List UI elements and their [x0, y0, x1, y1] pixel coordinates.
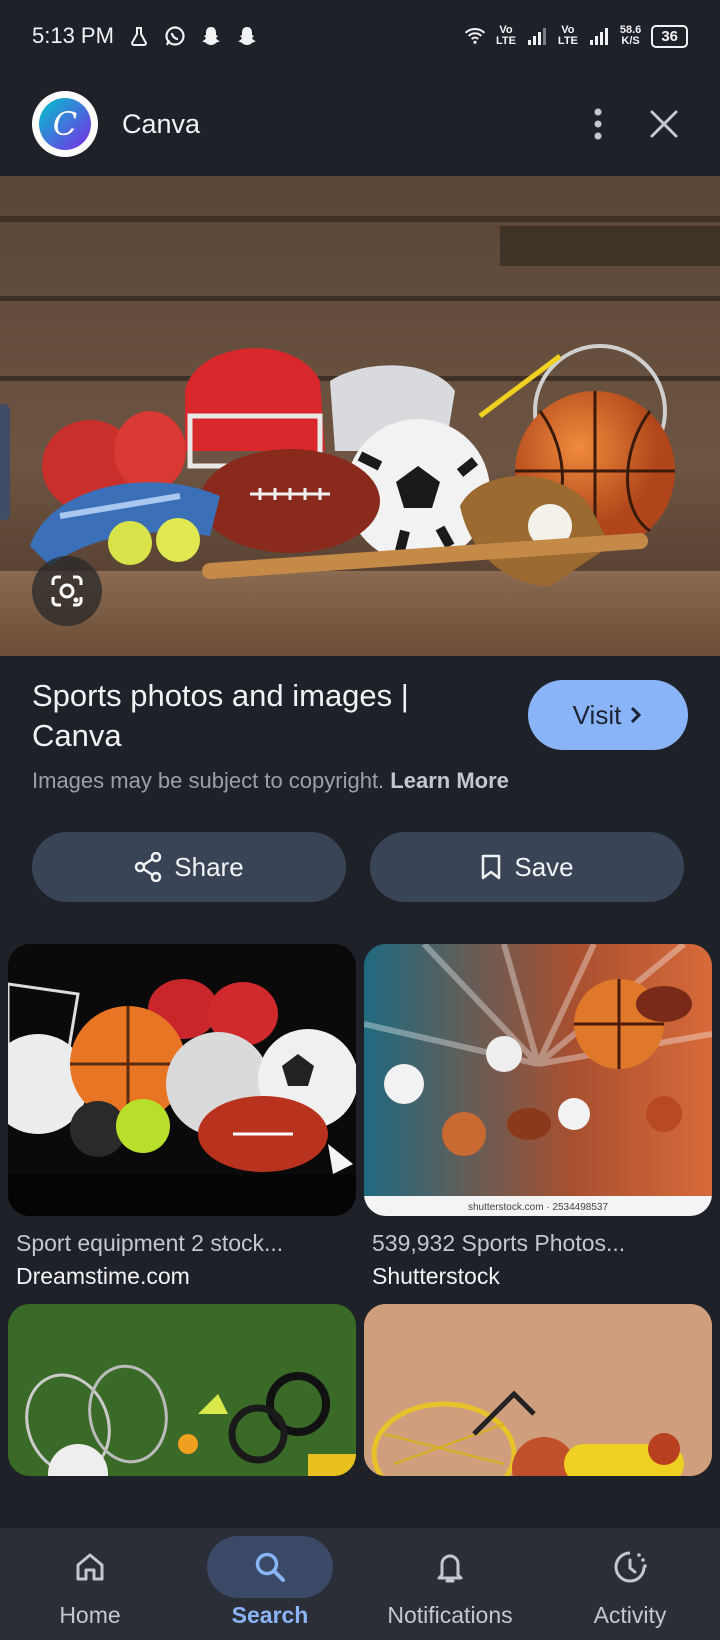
visit-label: Visit [572, 699, 622, 730]
result-title: Sports photos and images | Canva [32, 678, 409, 753]
volte-badge-1: Vo LTE [495, 24, 516, 47]
wifi-icon [464, 25, 486, 47]
related-card[interactable] [8, 1304, 356, 1476]
flask-icon [128, 25, 150, 47]
save-button[interactable]: Save [370, 832, 684, 902]
share-label: Share [174, 851, 244, 882]
app-bar: C Canva [0, 72, 720, 176]
bookmark-icon [482, 854, 501, 880]
bottom-navigation: Home Search Notifications Activity [0, 1528, 720, 1640]
signal-icon-1 [526, 25, 548, 47]
google-lens-icon [51, 575, 83, 607]
related-thumbnail [8, 1304, 356, 1476]
nav-notifications-pill [387, 1536, 513, 1598]
more-vert-icon [594, 108, 602, 140]
nav-home-pill [27, 1536, 153, 1598]
related-title: 539,932 Sports Photos... [372, 1230, 626, 1256]
search-icon [255, 1552, 285, 1582]
bell-icon [437, 1554, 463, 1583]
whatsapp-icon [164, 25, 186, 47]
status-bar: 5:13 PM Vo LTE Vo LTE 58.6 K/S 36 [0, 0, 720, 72]
lens-button[interactable] [32, 556, 102, 626]
nav-search-pill [207, 1536, 333, 1598]
nav-search-label: Search [231, 1602, 309, 1628]
related-source: Shutterstock [372, 1263, 500, 1289]
page-title: Canva [122, 108, 201, 139]
canva-logo-letter: C [39, 98, 91, 150]
learn-more-link[interactable]: Learn More [390, 768, 509, 793]
related-thumbnail [364, 1304, 712, 1476]
related-thumbnail: shutterstock.com · 2534498537 [364, 944, 712, 1216]
nav-activity-pill [567, 1536, 693, 1598]
close-button[interactable] [640, 100, 688, 148]
nav-notifications[interactable]: Notifications [360, 1528, 540, 1640]
sports-equipment-image [0, 176, 720, 656]
canva-logo: C [32, 91, 98, 157]
save-label: Save [514, 851, 574, 882]
related-card[interactable] [364, 1304, 712, 1476]
more-options-button[interactable] [574, 100, 622, 148]
home-icon [76, 1553, 104, 1581]
related-title: Sport equipment 2 stock... [16, 1230, 284, 1256]
share-button[interactable]: Share [32, 832, 346, 902]
snapchat-icon [200, 25, 222, 47]
nav-home[interactable]: Home [0, 1528, 180, 1640]
nav-activity-label: Activity [593, 1602, 667, 1628]
signal-icon-2 [588, 25, 610, 47]
visit-button[interactable]: Visit [528, 680, 688, 750]
related-card[interactable]: Sport equipment 2 stock... Dreamstime.co… [8, 944, 356, 1290]
side-handle[interactable] [0, 404, 10, 520]
battery-indicator: 36 [651, 24, 688, 48]
activity-icon [614, 1551, 647, 1583]
nav-notifications-label: Notifications [387, 1602, 513, 1628]
status-time: 5:13 PM [32, 23, 114, 48]
related-card[interactable]: shutterstock.com · 2534498537 539,932 Sp… [364, 944, 712, 1290]
share-icon [135, 852, 162, 882]
volte-badge-2: Vo LTE [557, 24, 578, 47]
nav-search[interactable]: Search [180, 1528, 360, 1640]
nav-activity[interactable]: Activity [540, 1528, 720, 1640]
related-thumbnail [8, 944, 356, 1216]
network-speed: 58.6 K/S [619, 24, 642, 47]
related-source: Dreamstime.com [16, 1263, 190, 1289]
copyright-text: Images may be subject to copyright. [32, 768, 385, 793]
copyright-notice: Images may be subject to copyright. Lear… [32, 768, 509, 794]
nav-home-label: Home [59, 1602, 121, 1628]
chevron-right-icon [631, 706, 642, 724]
close-icon [650, 110, 678, 138]
snapchat-icon-2 [236, 25, 258, 47]
watermark-text: shutterstock.com · 2534498537 [468, 1202, 609, 1213]
result-image[interactable] [0, 176, 720, 656]
